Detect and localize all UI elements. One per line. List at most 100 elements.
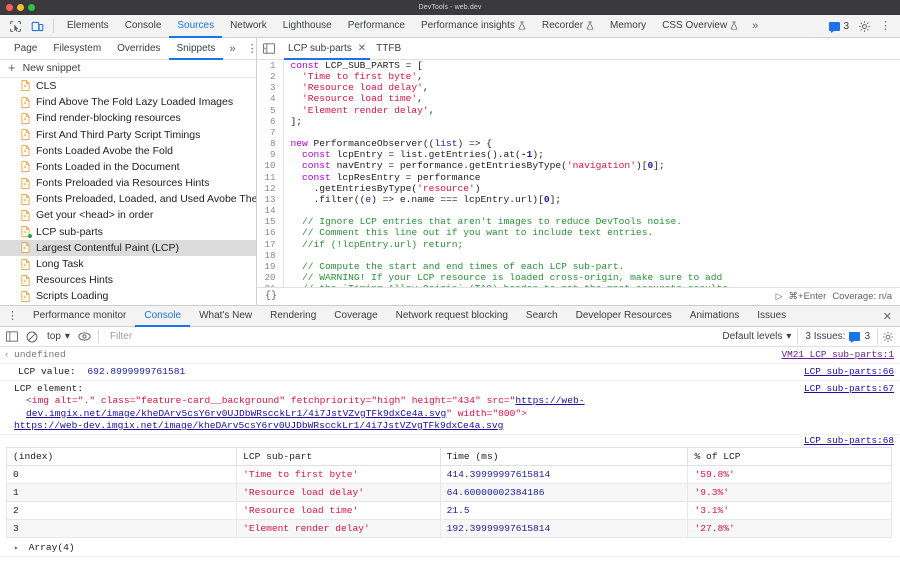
line-number[interactable]: 13 xyxy=(257,193,284,206)
nav-tab-filesystem[interactable]: Filesystem xyxy=(45,38,109,60)
line-number[interactable]: 17 xyxy=(257,238,284,250)
line-number[interactable]: 6 xyxy=(257,115,284,127)
nav-tab-page[interactable]: Page xyxy=(6,38,45,60)
line-number[interactable]: 16 xyxy=(257,227,284,239)
line-number[interactable]: 2 xyxy=(257,71,284,83)
list-item[interactable]: Fonts Preloaded, Loaded, and Used Avobe … xyxy=(0,191,256,207)
tab-network[interactable]: Network xyxy=(222,15,275,38)
editor-tab-lcp-sub-parts[interactable]: LCP sub-parts ✕ xyxy=(284,38,370,60)
code-text[interactable]: // Compute the start and end times of ea… xyxy=(283,261,900,272)
line-number[interactable]: 4 xyxy=(257,93,284,105)
drawer-tab-issues[interactable]: Issues xyxy=(748,306,795,327)
code-text[interactable]: 'Resource load delay', xyxy=(283,82,900,93)
editor-tab-ttfb[interactable]: TTFB xyxy=(372,38,405,60)
drawer-tab-console[interactable]: Console xyxy=(135,306,190,327)
main-menu-button[interactable]: ⋮ xyxy=(875,21,896,32)
live-expression-icon[interactable] xyxy=(75,328,95,346)
line-number[interactable]: 8 xyxy=(257,138,284,150)
inspect-element-icon[interactable] xyxy=(4,16,26,36)
drawer-tab-rendering[interactable]: Rendering xyxy=(261,306,325,327)
drawer-tab-coverage[interactable]: Coverage xyxy=(325,306,386,327)
list-item[interactable]: Fonts Loaded Avobe the Fold xyxy=(0,143,256,159)
list-item[interactable]: Fonts Loaded in the Document xyxy=(0,159,256,175)
execution-context-selector[interactable]: top ▾ xyxy=(42,331,75,342)
source-link[interactable]: LCP sub-parts:68 xyxy=(804,435,894,447)
console-settings-button[interactable] xyxy=(878,331,898,343)
list-item[interactable]: CLS xyxy=(0,78,256,94)
list-item[interactable]: Long Task xyxy=(0,256,256,272)
source-link[interactable]: LCP sub-parts:66 xyxy=(804,366,894,378)
code-text[interactable]: const navEntry = performance.getEntriesB… xyxy=(283,160,900,171)
new-snippet-button[interactable]: + New snippet xyxy=(0,60,256,78)
tab-css-overview[interactable]: CSS Overview xyxy=(654,15,746,38)
drawer-tab-performance-monitor[interactable]: Performance monitor xyxy=(24,306,135,327)
line-number[interactable]: 14 xyxy=(257,205,284,217)
code-text[interactable]: const lcpResEntry = performance xyxy=(283,172,900,183)
tab-memory[interactable]: Memory xyxy=(602,15,654,38)
source-link[interactable]: VM21 LCP sub-parts:1 xyxy=(781,349,894,361)
line-number[interactable]: 5 xyxy=(257,104,284,116)
drawer-tab-network-request-blocking[interactable]: Network request blocking xyxy=(387,306,517,327)
code-text[interactable] xyxy=(283,250,900,261)
device-toolbar-icon[interactable] xyxy=(26,16,48,36)
list-item[interactable]: Fonts Preloaded via Resources Hints xyxy=(0,175,256,191)
console-filter-input[interactable]: Filter xyxy=(102,331,722,342)
list-item[interactable]: Find Above The Fold Lazy Loaded Images xyxy=(0,94,256,110)
code-text[interactable]: ]; xyxy=(283,116,900,127)
line-number[interactable]: 12 xyxy=(257,182,284,194)
line-number[interactable]: 20 xyxy=(257,271,284,284)
list-item[interactable]: Scripts Loading xyxy=(0,288,256,304)
code-text[interactable]: 'Element render delay', xyxy=(283,105,900,116)
close-drawer-icon[interactable]: ✕ xyxy=(875,310,900,323)
line-number[interactable]: 3 xyxy=(257,82,284,94)
list-item[interactable]: Find render-blocking resources xyxy=(0,110,256,126)
tab-elements[interactable]: Elements xyxy=(59,15,117,38)
code-content[interactable]: 1 const LCP_SUB_PARTS = [2 'Time to first… xyxy=(257,60,900,287)
code-text[interactable]: .filter((e) => e.name === lcpEntry.url)[… xyxy=(283,194,900,205)
code-text[interactable]: 'Time to first byte', xyxy=(283,71,900,82)
expand-triangle-icon[interactable]: ▸ xyxy=(14,544,19,553)
tab-performance-insights[interactable]: Performance insights xyxy=(413,15,534,38)
nav-more-tabs-button[interactable]: » xyxy=(223,43,241,55)
console-table-footer[interactable]: ▸ Array(4) xyxy=(0,538,900,557)
code-text[interactable]: const lcpEntry = list.getEntries().at(-1… xyxy=(283,149,900,160)
list-item[interactable]: LCP sub-parts xyxy=(0,224,256,240)
code-text[interactable]: // the `Timing-Allow-Origin` (TAO) heade… xyxy=(283,283,900,287)
tab-lighthouse[interactable]: Lighthouse xyxy=(275,15,340,38)
line-number[interactable]: 1 xyxy=(257,60,284,72)
line-number[interactable]: 19 xyxy=(257,260,284,272)
show-navigator-icon[interactable] xyxy=(261,42,277,55)
list-item[interactable]: Resources Hints xyxy=(0,272,256,288)
console-prompt[interactable]: › xyxy=(0,557,900,562)
code-text[interactable]: // Comment this line out if you want to … xyxy=(283,227,900,238)
code-text[interactable]: //if (!lcpEntry.url) return; xyxy=(283,239,900,250)
tab-console[interactable]: Console xyxy=(117,15,170,38)
log-levels-dropdown[interactable]: Default levels ▾ xyxy=(722,331,797,342)
code-text[interactable]: new PerformanceObserver((list) => { xyxy=(283,138,900,149)
console-messages[interactable]: ‹ undefined VM21 LCP sub-parts:1 LCP val… xyxy=(0,347,900,562)
issues-counter-button[interactable]: 3 xyxy=(825,21,853,33)
code-text[interactable]: // Ignore LCP entries that aren't images… xyxy=(283,216,900,227)
code-text[interactable]: .getEntriesByType('resource') xyxy=(283,183,900,194)
pretty-print-button[interactable]: {} xyxy=(265,291,277,302)
code-text[interactable]: // WARNING! If your LCP resource is load… xyxy=(283,272,900,283)
tab-recorder[interactable]: Recorder xyxy=(534,15,602,38)
drawer-tab-developer-resources[interactable]: Developer Resources xyxy=(567,306,681,327)
resource-url-link[interactable]: https://web-dev.imgix.net/image/kheDArv5… xyxy=(14,420,896,432)
clear-console-icon[interactable] xyxy=(22,328,42,346)
drawer-tab-animations[interactable]: Animations xyxy=(681,306,748,327)
nav-tab-snippets[interactable]: Snippets xyxy=(169,38,224,60)
console-sidebar-icon[interactable] xyxy=(2,328,22,346)
drawer-tab-search[interactable]: Search xyxy=(517,306,567,327)
drawer-menu-button[interactable]: ⋮ xyxy=(2,311,24,322)
tab-performance[interactable]: Performance xyxy=(340,15,413,38)
console-issues-button[interactable]: 3 Issues: 3 xyxy=(797,329,878,344)
line-number[interactable]: 11 xyxy=(257,171,284,183)
more-tabs-button[interactable]: » xyxy=(746,20,764,32)
code-text[interactable] xyxy=(283,127,900,138)
line-number[interactable]: 9 xyxy=(257,149,284,161)
nav-tab-overrides[interactable]: Overrides xyxy=(109,38,168,60)
code-text[interactable]: 'Resource load time', xyxy=(283,93,900,104)
element-markup[interactable]: <img alt="." class="feature-card__backgr… xyxy=(14,395,896,420)
source-link[interactable]: LCP sub-parts:67 xyxy=(804,383,894,395)
